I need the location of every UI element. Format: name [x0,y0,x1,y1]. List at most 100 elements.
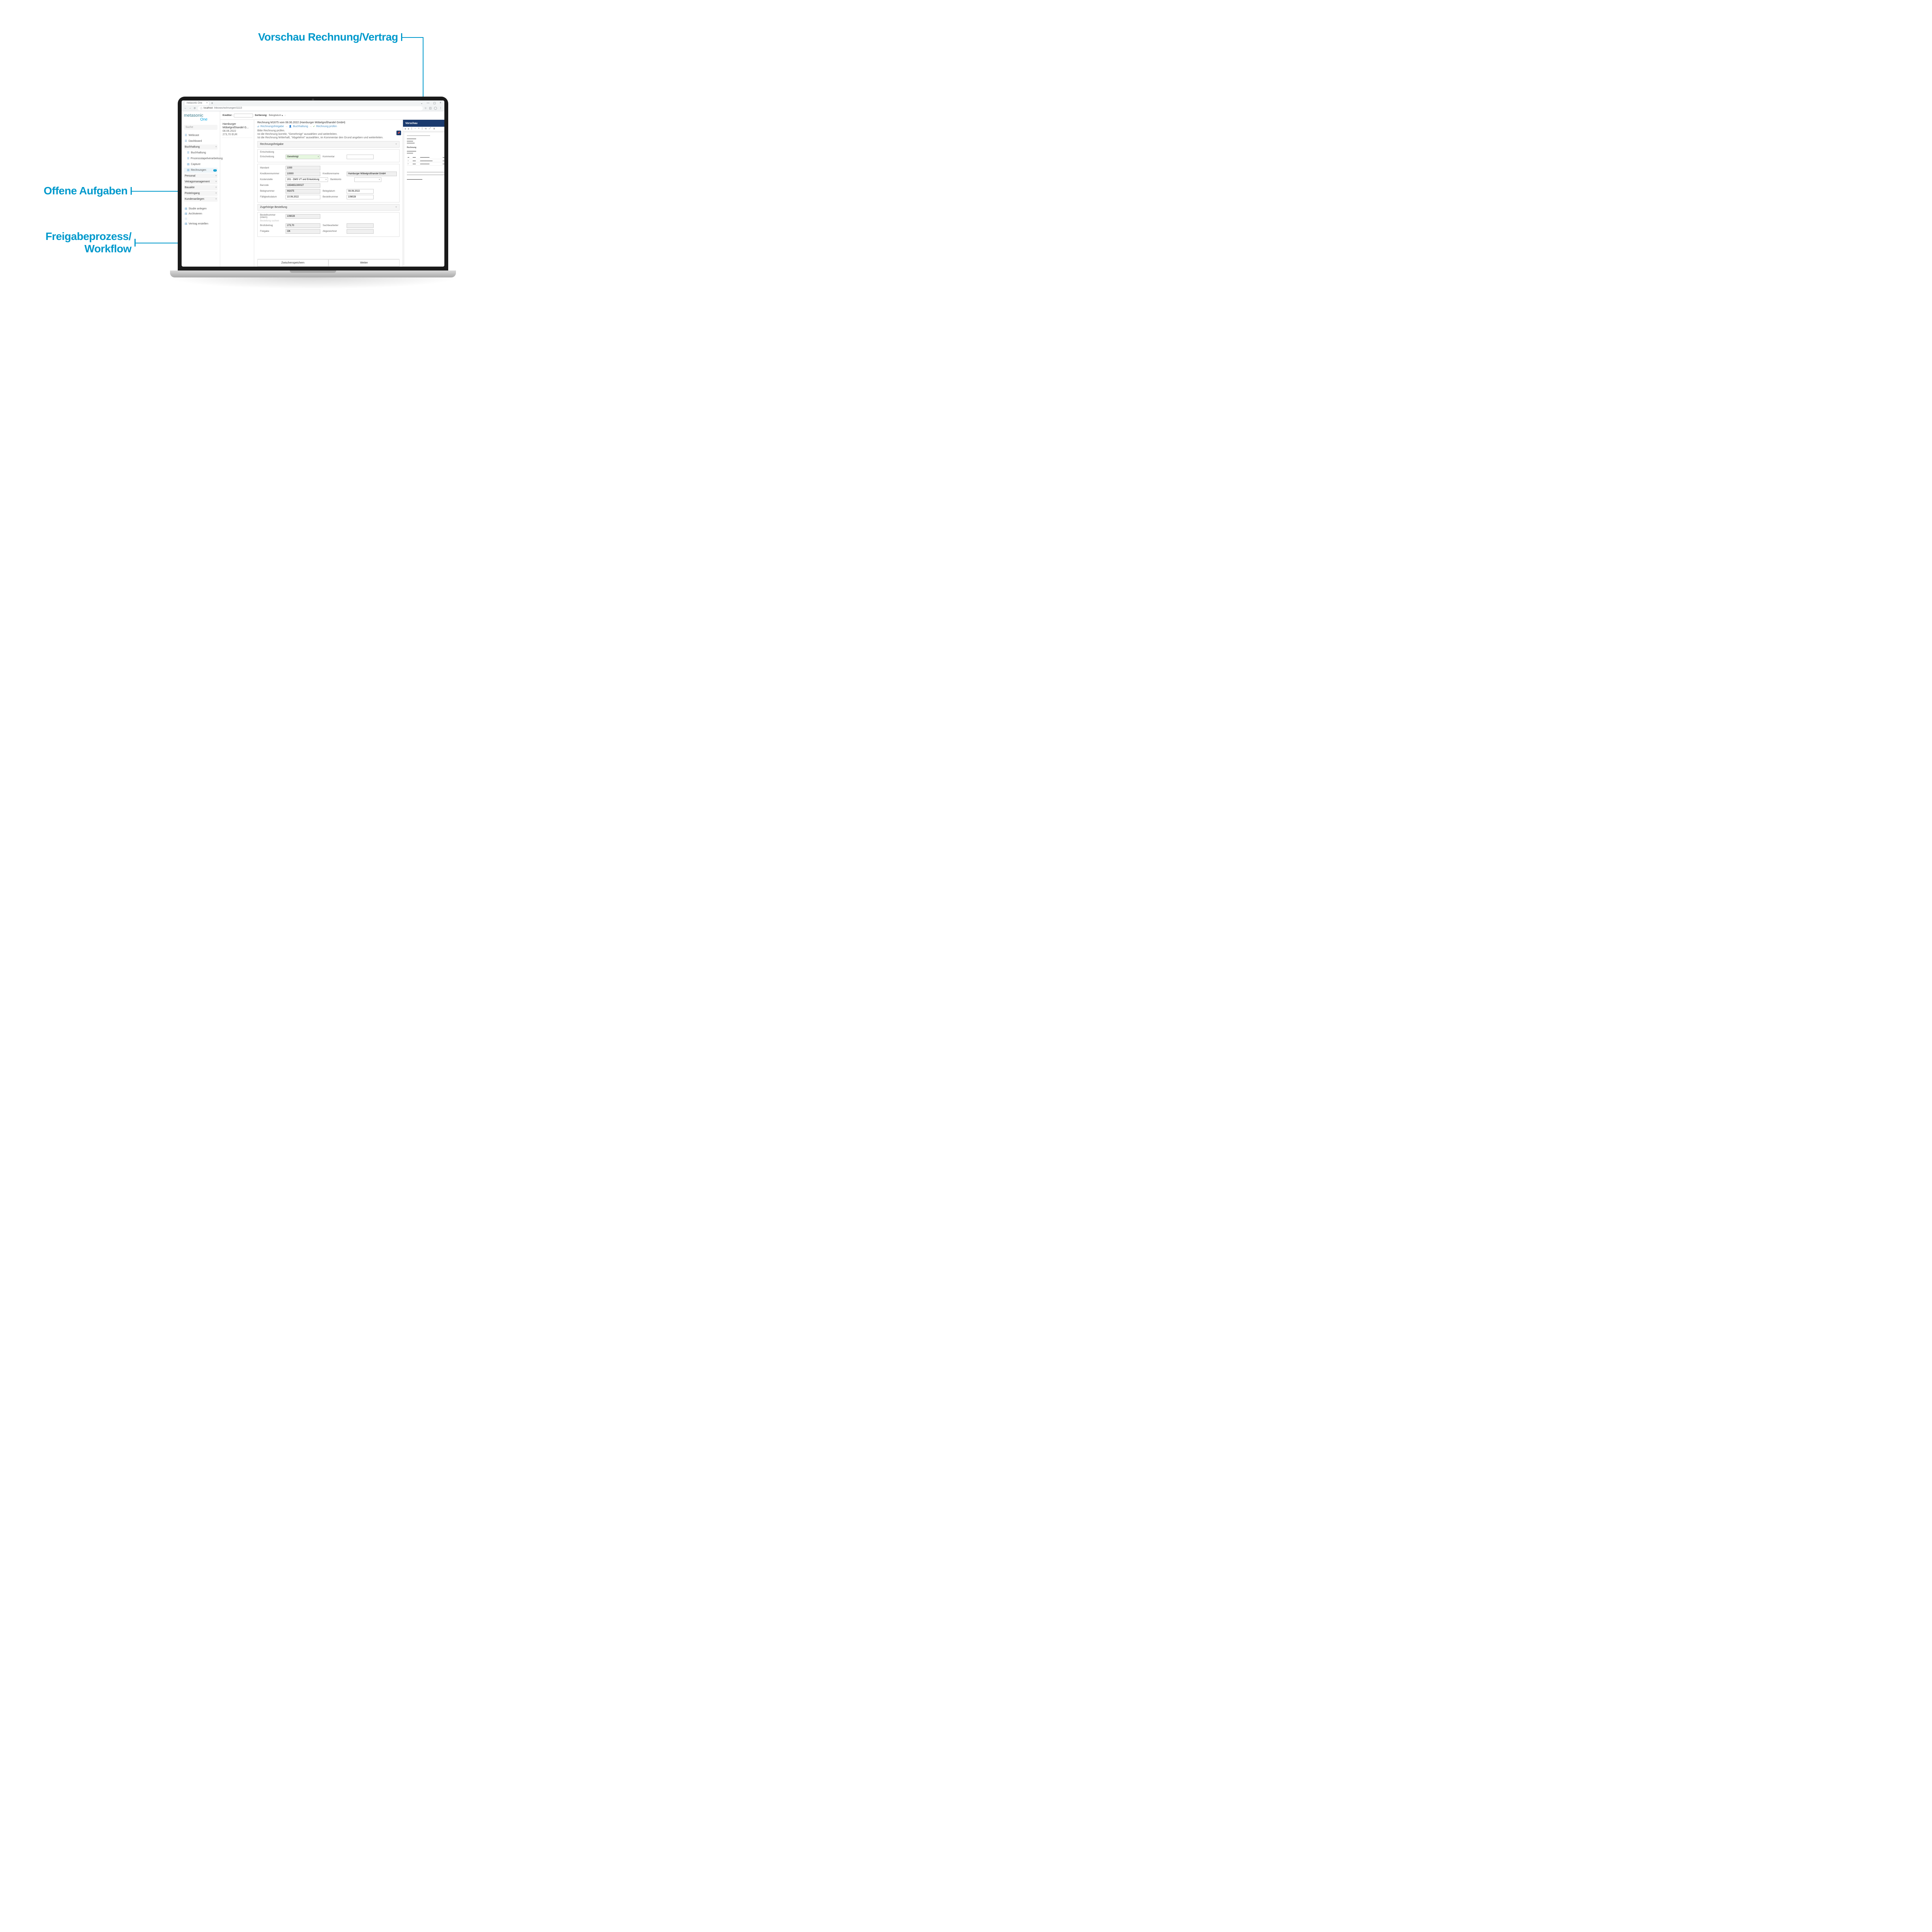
document-icon: ▤ [185,207,187,210]
workflow-icon: ⇄ [257,125,259,128]
zoom-out-icon[interactable]: − [415,128,416,130]
header-bar: Kreditor: Sortierung: Belegdatum ▴ ↓ ⇄ 👤 [220,111,444,120]
sortierung-select[interactable]: Belegdatum ▴ [269,114,283,117]
sidebar-item-rechnungen[interactable]: ▤ Rechnungen 1 [184,168,218,173]
browser-forward-icon[interactable]: → [189,107,192,109]
profile-icon[interactable]: ◯ [434,107,437,110]
document-icon: ▤ [185,223,187,225]
chevron-down-icon: ˅ [215,198,217,201]
window-dropdown-icon[interactable]: ⌄ [420,102,423,105]
new-tab-button[interactable]: + [211,101,213,105]
zoom-in-icon[interactable]: + [418,128,420,130]
callout-open-tasks: Offene Aufgaben [23,185,128,197]
preview-document: ▬▬▬▬▬▬ ▬▬▬▬ ▬▬▬▬▬ ▬▬▬▬▬▬▬▬▬ ▬▬▬▬▬ ▬▬▬▬▬▬… [405,133,444,265]
check-icon: ✔ [313,125,315,128]
sidebar-search[interactable]: Suche [184,125,218,130]
download-icon[interactable]: ⬇ [433,128,435,130]
action-archivieren[interactable]: ▤ Archivieren [184,211,218,216]
badge-count: 1 [213,169,217,172]
list-icon: ☰ [185,140,187,143]
mandant-input: 1000 [286,166,320,170]
browser-tab[interactable]: metasonic One × [184,101,209,105]
document-icon: ▤ [187,169,190,172]
section-rechnungsfreigabe[interactable]: Rechnungsfreigabe ˅ [257,141,400,148]
sidebar-item-buchhaltung[interactable]: ☰ Buchhaltung [184,150,218,155]
section-bestellung[interactable]: Zugehörige Bestellung ˅ [257,204,400,211]
sidebar-item-capture[interactable]: ▤ Capture [184,162,218,167]
bestellnummer-intern-input: 106028 [286,214,320,219]
extension-icon[interactable]: ◫ [429,107,432,110]
sidebar-item-webcast[interactable]: ☰ Webcast [184,133,218,138]
sidebar-group-kundenanliegen[interactable]: Kundenanliegen ˅ [184,197,218,202]
chevron-down-icon: ˅ [215,175,217,177]
window-close-icon[interactable]: × [440,102,441,104]
chevron-down-icon: ˅ [395,206,397,209]
sidebar-group-bauakte[interactable]: Bauakte ˅ [184,185,218,190]
action-studie-anlegen[interactable]: ▤ Studie anlegen [184,206,218,211]
bookmark-icon[interactable]: ☆ [424,107,427,110]
fit-icon[interactable]: ⤢ [429,128,431,130]
form-actions: Zwischenspeichern Weiter [257,259,400,267]
save-button[interactable]: Zwischenspeichern [257,259,328,267]
sidebar-group-posteingang[interactable]: Posteingang ˅ [184,191,218,196]
sidebar-item-dashboard[interactable]: ☰ Dashboard [184,139,218,144]
chevron-down-icon: ˅ [215,181,217,183]
menu-icon[interactable]: ⋮ [439,107,442,110]
entscheidung-box: Entscheidung Entscheidung Genehmigt Komm… [257,149,400,162]
person-icon: 👤 [289,125,292,128]
preview-header: Vorschau [403,120,444,127]
bestellung-box: Bestellnummer (intern) 106028 Bestellung… [257,212,400,237]
pin-icon[interactable]: 📌 [396,131,401,135]
chevron-down-icon: ˅ [215,187,217,189]
sachbearbeiter-input [347,223,374,228]
faellig-input[interactable]: 10.06.2022 [286,195,320,199]
browser-back-icon[interactable]: ← [184,107,187,109]
chevron-down-icon: ˅ [215,192,217,195]
belegdatum-input[interactable]: 08.06.2022 [347,189,374,194]
chevron-down-icon: ˅ [395,143,397,146]
detail-title: Rechnung M1675 vom 08.06.2022 (Hamburger… [257,121,400,124]
invoice-list: Hamburger Möbelgroßhandel G... 08.06.202… [220,120,254,267]
kreditorname-input: Hamburger Möbelgroßhandel GmbH [347,172,397,176]
hint-text: Bitte Rechnung prüfen. Ist die Rechnung … [257,129,400,139]
chevron-up-icon: ˄ [215,146,217,148]
page-nav-icon[interactable]: ▸ [408,128,409,130]
preview-pane: Vorschau ◂ ▸ | − + | [403,120,444,267]
list-icon: ☰ [187,151,190,154]
laptop-mockup: metasonic One × + ⌄ — ▢ × ← → ⟳ [178,97,456,282]
sidebar: metasonic One Suche ☰ Webcast ☰ Dashboar… [182,111,220,267]
action-vertrag-erstellen[interactable]: ▤ Vertrag erstellen [184,221,218,226]
entscheidung-select[interactable]: Genehmigt [286,155,320,159]
preview-toolbar: ◂ ▸ | − + | ⟲ ⤢ ⬇ [403,127,444,131]
address-bar[interactable]: ⓘ localhost/inboxes/rechnungen/11113 [198,106,423,111]
kreditornr-input: 10000 [286,172,320,176]
callout-workflow: Freigabeprozess/ Workflow [19,230,131,255]
sidebar-group-buchhaltung[interactable]: Buchhaltung ˄ [184,145,218,150]
label-kreditor: Kreditor: [223,114,232,117]
bestellnummer-input[interactable]: 106028 [347,195,374,199]
workflow-breadcrumb: ⇄ Rechnungsfreigabe → 👤 Buchhaltung → ✔ … [257,125,400,128]
close-tab-icon[interactable]: × [206,102,208,104]
kostenstelle-select[interactable]: 201 - DMS VT und Entwicklung [286,177,328,182]
barcode-input: 1654651300027 [286,183,320,188]
browser-reload-icon[interactable]: ⟳ [193,107,196,110]
action-hidden[interactable]: ▤ [184,216,218,221]
list-item[interactable]: Hamburger Möbelgroßhandel G... 08.06.202… [222,121,252,138]
rotate-icon[interactable]: ⟲ [425,128,427,130]
kommentar-input[interactable] [347,155,374,159]
window-maximize-icon[interactable]: ▢ [433,102,436,105]
list-icon: ☰ [185,134,187,137]
window-minimize-icon[interactable]: — [427,102,429,104]
bankkonto-select[interactable] [354,177,381,182]
kreditor-input[interactable] [234,114,253,117]
next-button[interactable]: Weiter [328,259,400,267]
info-icon: ⓘ [200,107,202,110]
sidebar-item-prozessstapel[interactable]: ☰ Prozessstapelverarbeitung [184,156,218,161]
freigabe-input: OK [286,229,320,234]
brand-logo: metasonic One [184,114,218,122]
callout-preview: Vorschau Rechnung/Vertrag [185,31,398,43]
sidebar-group-vertrag[interactable]: Vetragsmanagement ˅ [184,179,218,184]
sidebar-group-personal[interactable]: Personal ˅ [184,173,218,179]
document-icon: ▤ [185,218,187,220]
page-nav-icon[interactable]: ◂ [405,128,406,130]
